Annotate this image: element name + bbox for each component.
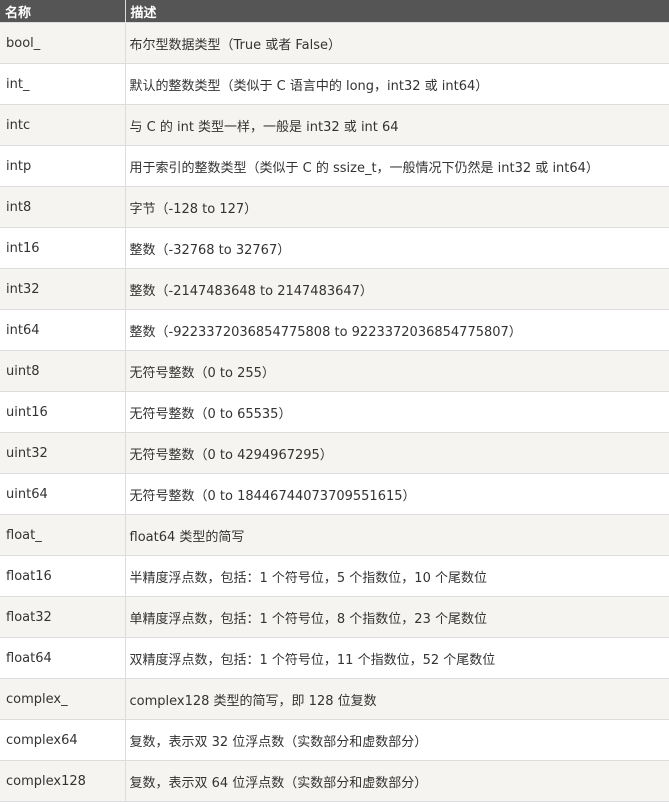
dtype-description-cell: 布尔型数据类型（True 或者 False） [125,22,669,64]
table-row: int8 字节（-128 to 127） [0,186,669,228]
dtype-name-cell: uint16 [0,391,126,433]
dtype-description-cell: 复数，表示双 64 位浮点数（实数部分和虚数部分） [125,760,669,802]
dtype-name-cell: float32 [0,596,126,638]
dtype-name-cell: complex128 [0,760,126,802]
dtype-description-cell: 无符号整数（0 to 255） [125,350,669,392]
table-row: uint16 无符号整数（0 to 65535） [0,391,669,433]
dtype-description-cell: 整数（-9223372036854775808 to 9223372036854… [125,309,669,351]
header-row: 名称 描述 [0,0,669,23]
table-row: float64 双精度浮点数，包括：1 个符号位，11 个指数位，52 个尾数位 [0,637,669,679]
dtype-description-cell: 复数，表示双 32 位浮点数（实数部分和虚数部分） [125,719,669,761]
table-row: uint64 无符号整数（0 to 18446744073709551615） [0,473,669,515]
table-row: complex128 复数，表示双 64 位浮点数（实数部分和虚数部分） [0,760,669,802]
dtype-description-cell: 无符号整数（0 to 18446744073709551615） [125,473,669,515]
dtype-name-cell: int16 [0,227,126,269]
dtype-name-cell: int64 [0,309,126,351]
table-row: int16 整数（-32768 to 32767） [0,227,669,269]
dtype-name-cell: intp [0,145,126,187]
table-row: intc 与 C 的 int 类型一样，一般是 int32 或 int 64 [0,104,669,146]
dtype-description-cell: 用于索引的整数类型（类似于 C 的 ssize_t，一般情况下仍然是 int32… [125,145,669,187]
dtype-description-cell: 整数（-32768 to 32767） [125,227,669,269]
dtype-name-cell: intc [0,104,126,146]
dtype-description-cell: float64 类型的简写 [125,514,669,556]
table-row: bool_ 布尔型数据类型（True 或者 False） [0,22,669,64]
dtype-name-cell: complex64 [0,719,126,761]
table-row: int64 整数（-9223372036854775808 to 92233720… [0,309,669,351]
dtype-description-cell: 双精度浮点数，包括：1 个符号位，11 个指数位，52 个尾数位 [125,637,669,679]
dtype-description-cell: 半精度浮点数，包括：1 个符号位，5 个指数位，10 个尾数位 [125,555,669,597]
table-row: float32 单精度浮点数，包括：1 个符号位，8 个指数位，23 个尾数位 [0,596,669,638]
dtype-name-cell: bool_ [0,22,126,64]
dtype-description-cell: complex128 类型的简写，即 128 位复数 [125,678,669,720]
dtype-name-cell: float16 [0,555,126,597]
table-row: int32 整数（-2147483648 to 2147483647） [0,268,669,310]
dtype-table: 名称 描述 bool_ 布尔型数据类型（True 或者 False） int_ 默认的… [0,0,669,802]
table-row: intp 用于索引的整数类型（类似于 C 的 ssize_t，一般情况下仍然是 i… [0,145,669,187]
dtype-name-cell: float_ [0,514,126,556]
dtype-description-cell: 整数（-2147483648 to 2147483647） [125,268,669,310]
dtype-description-cell: 字节（-128 to 127） [125,186,669,228]
table-header: 名称 描述 [0,0,669,23]
dtype-name-cell: int_ [0,63,126,105]
table-row: uint32 无符号整数（0 to 4294967295） [0,432,669,474]
dtype-name-cell: complex_ [0,678,126,720]
header-name: 名称 [0,0,126,23]
dtype-name-cell: int32 [0,268,126,310]
dtype-name-cell: int8 [0,186,126,228]
table-row: float16 半精度浮点数，包括：1 个符号位，5 个指数位，10 个尾数位 [0,555,669,597]
dtype-description-cell: 默认的整数类型（类似于 C 语言中的 long，int32 或 int64） [125,63,669,105]
table-row: complex_ complex128 类型的简写，即 128 位复数 [0,678,669,720]
dtype-name-cell: uint64 [0,473,126,515]
dtype-description-cell: 与 C 的 int 类型一样，一般是 int32 或 int 64 [125,104,669,146]
table-body: bool_ 布尔型数据类型（True 或者 False） int_ 默认的整数类型（类… [0,22,669,802]
dtype-description-cell: 单精度浮点数，包括：1 个符号位，8 个指数位，23 个尾数位 [125,596,669,638]
table-row: float_ float64 类型的简写 [0,514,669,556]
dtype-description-cell: 无符号整数（0 to 4294967295） [125,432,669,474]
dtype-description-cell: 无符号整数（0 to 65535） [125,391,669,433]
table-row: int_ 默认的整数类型（类似于 C 语言中的 long，int32 或 int6… [0,63,669,105]
table-row: complex64 复数，表示双 32 位浮点数（实数部分和虚数部分） [0,719,669,761]
dtype-name-cell: uint32 [0,432,126,474]
dtype-name-cell: uint8 [0,350,126,392]
dtype-name-cell: float64 [0,637,126,679]
header-description: 描述 [125,0,669,23]
table-row: uint8 无符号整数（0 to 255） [0,350,669,392]
